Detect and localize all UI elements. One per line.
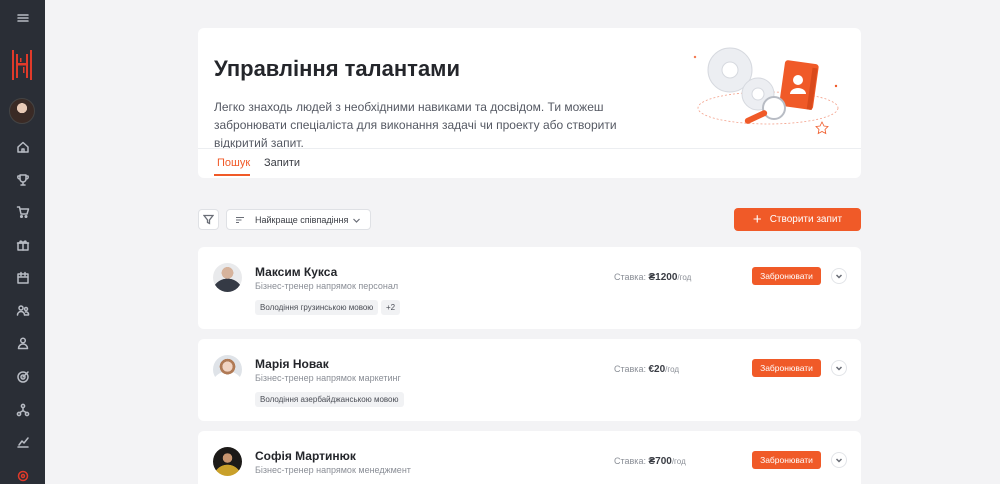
rate-label: Ставка: [614,364,646,374]
talent-role: Бізнес-тренер напрямок персонал [255,281,399,291]
tabs: Пошук Запити [198,148,861,178]
expand-button[interactable] [831,360,847,376]
sort-icon [236,217,244,223]
hero-card: Управління талантами Легко знаходь людей… [198,28,861,150]
skill-chip: Володіння грузинською мовою [255,300,379,315]
chevron-down-icon [353,218,360,223]
filter-button[interactable] [198,209,219,230]
talent-rate: Ставка: ₴700/год [614,456,686,467]
chevron-down-icon [835,274,843,279]
talent-card: Софія Мартинюк Бізнес-тренер напрямок ме… [198,431,861,484]
talent-rate: Ставка: €20/год [614,364,679,375]
calendar-icon[interactable] [0,267,45,289]
active-tab-indicator [214,174,250,176]
create-request-button[interactable]: + Створити запит [734,208,861,231]
rate-value: ₴700 [648,456,672,467]
target-icon[interactable] [0,366,45,388]
talent-rate: Ставка: ₴1200/год [614,272,691,283]
talent-role: Бізнес-тренер напрямок менеджмент [255,465,411,475]
record-icon[interactable] [0,465,45,484]
sort-select[interactable]: Найкраще співпадіння [226,209,371,230]
talent-name[interactable]: Софія Мартинюк [255,449,356,463]
talent-card: Максим Кукса Бізнес-тренер напрямок перс… [198,247,861,329]
rate-value: €20 [648,364,666,375]
home-icon[interactable] [0,136,45,158]
person-icon[interactable] [0,332,45,354]
page-title: Управління талантами [214,56,460,81]
rate-unit: /год [671,457,686,466]
talent-card: Марія Новак Бізнес-тренер напрямок марке… [198,339,861,421]
people-icon[interactable] [0,299,45,321]
sort-label: Найкраще співпадіння [255,215,349,225]
trophy-icon[interactable] [0,169,45,191]
cart-icon[interactable] [0,201,45,223]
talent-avatar[interactable] [213,447,242,476]
tab-requests[interactable]: Запити [264,157,300,169]
chart-icon[interactable] [0,431,45,453]
expand-button[interactable] [831,452,847,468]
filter-icon [203,214,214,225]
network-icon[interactable] [0,399,45,421]
book-button[interactable]: Забронювати [752,359,821,377]
rate-label: Ставка: [614,272,646,282]
book-button[interactable]: Забронювати [752,267,821,285]
create-request-label: Створити запит [769,214,843,225]
sidebar [0,0,45,484]
talent-role: Бізнес-тренер напрямок маркетинг [255,373,401,383]
hero-illustration [686,36,846,144]
skill-more-chip[interactable]: +2 [381,300,401,315]
talent-name[interactable]: Марія Новак [255,357,329,371]
skill-chip: Володіння азербайджанською мовою [255,392,404,407]
rate-unit: /год [677,273,692,282]
page-description: Легко знаходь людей з необхідними навика… [214,100,617,150]
talent-name[interactable]: Максим Кукса [255,265,337,279]
expand-button[interactable] [831,268,847,284]
chevron-down-icon [835,458,843,463]
rate-unit: /год [665,365,680,374]
logo[interactable] [11,48,33,82]
gift-icon[interactable] [0,234,45,256]
tab-search[interactable]: Пошук [217,157,250,169]
talent-avatar[interactable] [213,355,242,384]
talent-avatar[interactable] [213,263,242,292]
rate-value: ₴1200 [648,272,678,283]
user-avatar[interactable] [9,98,35,124]
plus-icon: + [752,211,762,228]
rate-label: Ставка: [614,456,646,466]
chevron-down-icon [835,366,843,371]
book-button[interactable]: Забронювати [752,451,821,469]
menu-icon[interactable] [0,7,45,29]
